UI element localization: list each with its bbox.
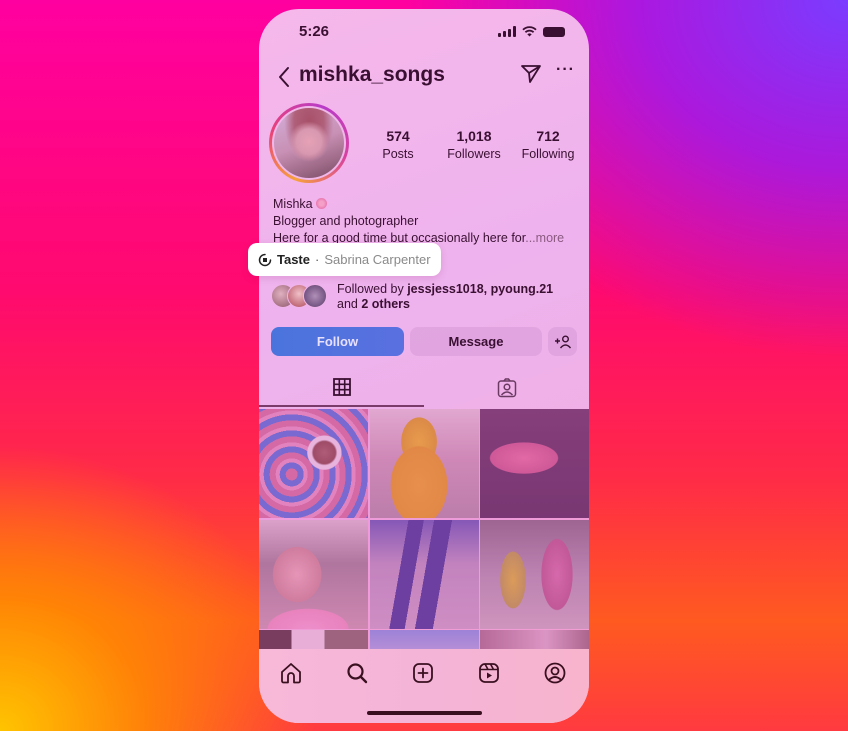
- separator: ·: [315, 252, 320, 267]
- phone-screen: 5:26 mishka_songs ··· 574 Posts 1,018 Fo…: [259, 9, 589, 723]
- mutual-avatar: [303, 284, 327, 308]
- profile-header: mishka_songs ···: [259, 61, 589, 91]
- post-thumbnail[interactable]: [369, 409, 479, 518]
- back-button[interactable]: [277, 66, 291, 88]
- post-thumbnail[interactable]: [480, 519, 589, 629]
- battery-icon: [543, 26, 565, 37]
- display-name: Mishka: [273, 197, 313, 211]
- stat-following[interactable]: 712 Following: [515, 128, 581, 161]
- mutual-avatars: [271, 284, 329, 310]
- profile-tabs: [259, 374, 589, 407]
- home-indicator[interactable]: [367, 711, 482, 715]
- profile-avatar[interactable]: [269, 103, 349, 183]
- follow-button[interactable]: Follow: [271, 327, 404, 356]
- tab-grid[interactable]: [259, 374, 424, 407]
- bio-more-link[interactable]: ...more: [525, 231, 564, 245]
- more-options-button[interactable]: ···: [556, 61, 575, 79]
- bio-line-1: Blogger and photographer: [273, 214, 419, 228]
- stat-followers[interactable]: 1,018 Followers: [433, 128, 515, 161]
- nav-profile[interactable]: [543, 661, 567, 685]
- grid-icon: [332, 378, 351, 396]
- mutual-others: 2 others: [361, 297, 410, 311]
- music-playing-icon: [258, 253, 272, 266]
- send-message-button[interactable]: [521, 65, 541, 83]
- followed-by[interactable]: Followed by jessjess1018, pyoung.21 and …: [271, 282, 553, 312]
- tab-tagged[interactable]: [424, 374, 589, 407]
- message-button[interactable]: Message: [410, 327, 542, 356]
- mutual-users: jessjess1018, pyoung.21: [407, 282, 554, 296]
- avatar-image: [274, 108, 344, 178]
- post-thumbnail[interactable]: [369, 519, 479, 629]
- status-time: 5:26: [299, 23, 330, 40]
- nav-search[interactable]: [345, 661, 369, 685]
- reels-icon: [479, 663, 499, 683]
- music-note-badge[interactable]: Taste · Sabrina Carpenter: [248, 243, 441, 276]
- wifi-icon: [522, 26, 537, 37]
- profile-stats: 574 Posts 1,018 Followers 712 Following: [369, 128, 581, 161]
- suggest-users-button[interactable]: [548, 327, 577, 356]
- home-icon: [281, 663, 301, 684]
- tagged-user-icon: [497, 378, 516, 398]
- post-thumbnail[interactable]: [369, 630, 479, 650]
- bottom-navigation: [259, 649, 589, 723]
- nav-reels[interactable]: [477, 661, 501, 685]
- add-user-icon: [554, 335, 571, 348]
- post-thumbnail[interactable]: [259, 519, 368, 629]
- song-title: Taste: [277, 252, 310, 267]
- post-thumbnail[interactable]: [259, 409, 368, 518]
- song-artist: Sabrina Carpenter: [324, 252, 431, 267]
- post-thumbnail[interactable]: [480, 630, 589, 650]
- plus-square-icon: [413, 663, 433, 683]
- status-bar: 5:26: [259, 23, 589, 43]
- nav-home[interactable]: [279, 661, 303, 685]
- flower-emoji-icon: [315, 198, 327, 209]
- search-icon: [347, 663, 368, 684]
- posts-grid: [259, 409, 589, 650]
- nav-create[interactable]: [411, 661, 435, 685]
- profile-actions: Follow Message: [271, 327, 577, 356]
- signal-icon: [498, 26, 516, 37]
- profile-username: mishka_songs: [299, 63, 445, 86]
- stat-posts[interactable]: 574 Posts: [369, 128, 427, 161]
- profile-icon: [544, 662, 566, 684]
- post-thumbnail[interactable]: [480, 409, 589, 518]
- profile-bio: Mishka Blogger and photographer Here for…: [273, 196, 564, 247]
- post-thumbnail[interactable]: [259, 630, 368, 650]
